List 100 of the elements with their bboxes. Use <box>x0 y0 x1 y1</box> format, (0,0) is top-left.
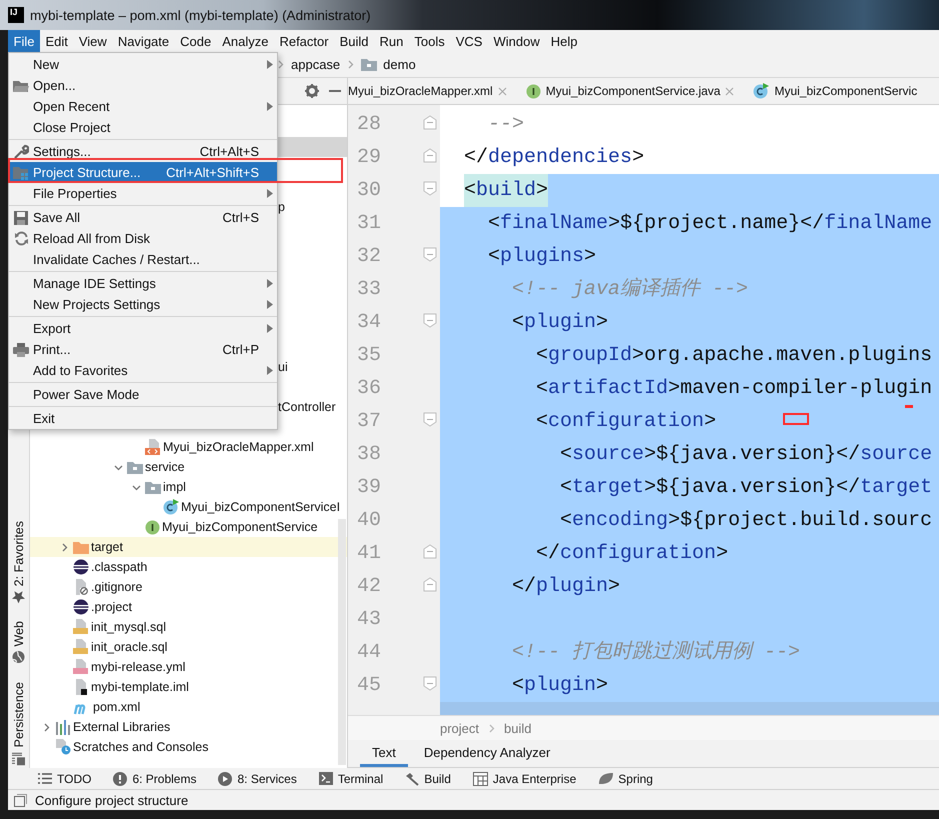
breadcrumb-item[interactable]: project <box>440 720 480 736</box>
close-icon[interactable] <box>498 86 507 96</box>
tree-item[interactable]: Myui_bizComponentServiceI <box>181 500 340 514</box>
breadcrumb-item[interactable]: build <box>504 720 532 736</box>
line-number: 40 <box>357 509 382 532</box>
tool-window-button[interactable]: Terminal <box>318 772 384 786</box>
tree-item[interactable]: .gitignore <box>91 580 142 594</box>
sql-file-icon <box>73 639 89 655</box>
tree-item[interactable]: pom.xml <box>93 700 140 714</box>
menu-item[interactable]: Invalidate Caches / Restart... <box>9 249 277 270</box>
menu-item[interactable]: Settings... Ctrl+Alt+S <box>9 141 277 162</box>
editor-tab[interactable]: Myui_bizOracleMapper.xml <box>348 78 516 104</box>
menu-item[interactable]: Power Save Mode <box>9 384 277 405</box>
menu-item[interactable]: Edit <box>40 30 74 52</box>
tree-item[interactable]: mybi-template.iml <box>91 680 189 694</box>
menu-item[interactable]: Open Recent <box>9 96 277 117</box>
sql-file-icon <box>73 619 89 635</box>
fold-icon[interactable] <box>423 312 437 328</box>
class-icon <box>753 83 770 99</box>
tree-item[interactable]: init_mysql.sql <box>91 620 166 634</box>
menu-item[interactable]: Help <box>545 30 583 52</box>
menu-item[interactable]: VCS <box>450 30 488 52</box>
menu-item[interactable]: File <box>8 30 40 52</box>
menu-item[interactable]: Close Project <box>9 117 277 138</box>
tool-window-button[interactable]: Java Enterprise <box>472 772 576 786</box>
submenu-arrow-icon <box>267 279 273 288</box>
menu-item[interactable]: File Properties <box>9 183 277 204</box>
menu-item[interactable]: Project Structure... Ctrl+Alt+Shift+S <box>9 162 277 183</box>
menu-item[interactable]: Tools <box>408 30 450 52</box>
fold-icon[interactable] <box>423 412 437 426</box>
interface-icon <box>145 520 160 534</box>
tool-window-tab[interactable]: 2: Favorites <box>12 520 26 604</box>
menu-item[interactable]: Analyze <box>216 30 274 52</box>
menu-item[interactable]: Add to Favorites <box>9 360 277 381</box>
tree-item[interactable]: Scratches and Consoles <box>73 740 208 754</box>
menu-item[interactable]: Open... <box>9 75 277 96</box>
menu-item[interactable]: Export <box>9 318 277 339</box>
menu-item[interactable]: Print... Ctrl+P <box>9 339 277 360</box>
menu-item[interactable]: Navigate <box>112 30 175 52</box>
settings-icon[interactable] <box>305 84 319 98</box>
view-tab[interactable]: Text <box>360 740 408 767</box>
fold-end-icon[interactable] <box>423 576 437 592</box>
libraries-icon <box>55 720 71 734</box>
tool-window-button[interactable]: 8: Services <box>218 772 297 786</box>
editor-tab[interactable]: Myui_bizComponentServic <box>743 78 926 104</box>
fold-icon[interactable] <box>423 246 437 262</box>
tree-item[interactable]: service <box>145 460 185 474</box>
menu-item[interactable]: New Projects Settings <box>9 294 277 315</box>
fold-icon[interactable] <box>423 180 437 196</box>
tree-item[interactable]: init_oracle.sql <box>91 640 168 654</box>
menu-item[interactable]: Window <box>488 30 546 52</box>
line-number: 39 <box>357 476 382 499</box>
submenu-arrow-icon <box>267 324 273 333</box>
fold-end-icon[interactable] <box>423 544 437 558</box>
tree-item[interactable]: mybi-release.yml <box>91 660 186 674</box>
tree-item[interactable]: impl <box>163 480 186 494</box>
fold-icon[interactable] <box>423 676 437 690</box>
globe-icon <box>12 650 25 664</box>
tool-window-button[interactable]: Spring <box>598 772 653 786</box>
scrollbar[interactable] <box>338 519 346 765</box>
menu-item[interactable]: Save All Ctrl+S <box>9 207 277 228</box>
menu-item[interactable]: Exit <box>9 408 277 429</box>
tool-window-button[interactable]: TODO <box>38 772 92 786</box>
chevron-icon <box>346 60 356 69</box>
chevron-icon <box>487 724 496 732</box>
tree-item[interactable]: target <box>91 540 123 554</box>
tree-item[interactable]: External Libraries <box>73 720 170 734</box>
close-icon[interactable] <box>725 86 734 96</box>
tree-item[interactable]: tController <box>278 400 336 414</box>
window-title: mybi-template – pom.xml (mybi-template) (Administrator) <box>30 8 371 22</box>
menu-item[interactable]: Build <box>334 30 374 52</box>
tool-window-tab[interactable]: Persistence <box>12 682 26 765</box>
menu-item[interactable]: New <box>9 54 277 75</box>
menu-item[interactable]: Run <box>374 30 409 52</box>
tree-item[interactable]: Myui_bizOracleMapper.xml <box>163 440 314 454</box>
tree-item[interactable]: Myui_bizComponentService <box>162 520 318 534</box>
leaf-icon <box>598 772 614 785</box>
menu-item[interactable]: Refactor <box>274 30 334 52</box>
tree-item[interactable]: .classpath <box>91 560 148 574</box>
menu-item[interactable]: Manage IDE Settings <box>9 273 277 294</box>
breadcrumb-item[interactable]: demo <box>383 57 416 72</box>
tree-item[interactable]: p <box>278 200 285 214</box>
tool-window-button[interactable]: 6: Problems <box>113 772 196 786</box>
table-icon <box>472 772 488 786</box>
submenu-arrow-icon <box>267 366 273 375</box>
tool-window-button[interactable]: Build <box>405 772 451 786</box>
menu-item[interactable]: Reload All from Disk <box>9 228 277 249</box>
editor-tab[interactable]: Myui_bizComponentService.java <box>516 78 744 104</box>
fold-end-icon[interactable] <box>423 148 437 162</box>
menu-item[interactable]: Code <box>174 30 217 52</box>
tool-window-tab[interactable]: Web <box>12 621 26 664</box>
tree-item[interactable]: .project <box>91 600 132 614</box>
fold-end-icon[interactable] <box>423 114 437 130</box>
folder-icon <box>361 58 378 71</box>
tree-item[interactable]: ui <box>278 360 288 374</box>
status-text: Configure project structure <box>35 792 188 808</box>
breadcrumb-item[interactable]: appcase <box>291 57 340 72</box>
hammer-icon <box>405 772 420 786</box>
view-tab[interactable]: Dependency Analyzer <box>412 740 562 767</box>
menu-item[interactable]: View <box>73 30 112 52</box>
